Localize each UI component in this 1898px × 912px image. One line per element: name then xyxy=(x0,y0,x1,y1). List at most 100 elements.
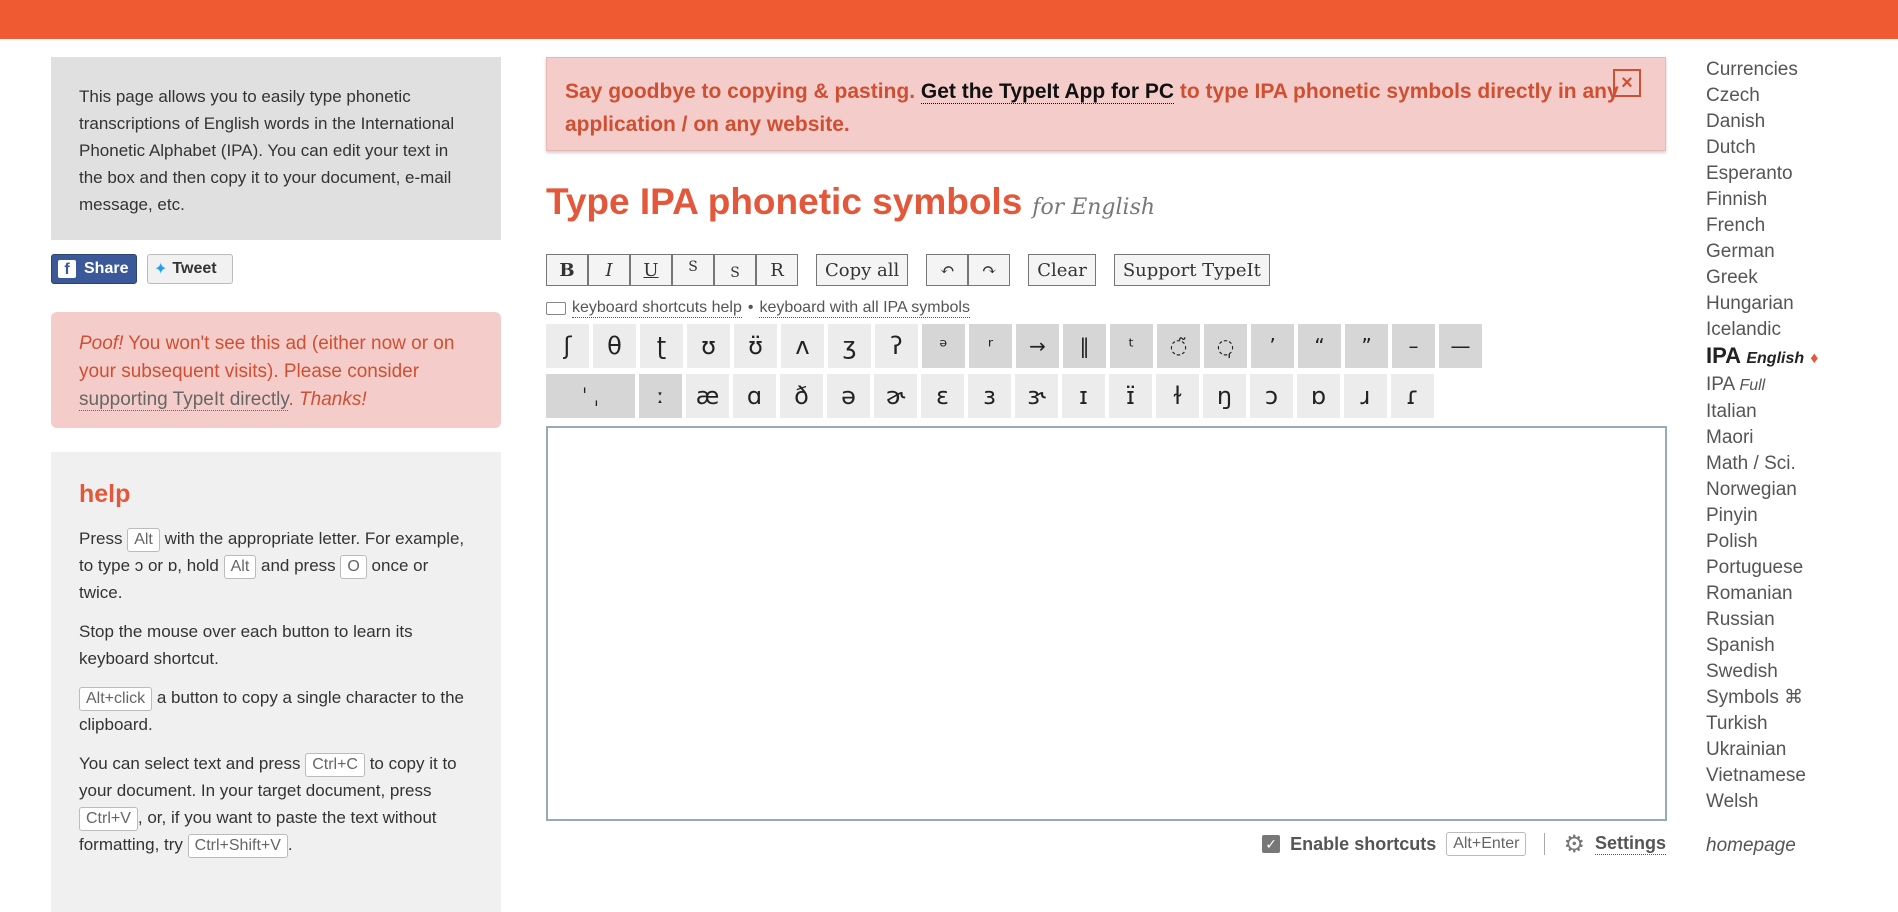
regular-button[interactable]: R xyxy=(756,254,798,286)
language-item[interactable]: Norwegian xyxy=(1706,477,1896,503)
ipa-key[interactable]: ʳ xyxy=(969,324,1012,368)
tweet-button[interactable]: ✦ Tweet xyxy=(147,254,233,284)
shortcuts-help-link[interactable]: keyboard shortcuts help xyxy=(572,299,742,318)
language-item[interactable]: Greek xyxy=(1706,265,1896,291)
language-item[interactable]: Turkish xyxy=(1706,711,1896,737)
gear-icon[interactable]: ⚙ xyxy=(1563,830,1585,859)
support-typeit-link[interactable]: supporting TypeIt directly xyxy=(79,389,289,411)
ipa-key[interactable]: ɪ xyxy=(1062,374,1105,418)
language-item[interactable]: Swedish xyxy=(1706,659,1896,685)
all-symbols-link[interactable]: keyboard with all IPA symbols xyxy=(759,299,970,318)
ipa-key[interactable]: ʈ xyxy=(640,324,683,368)
ipa-key[interactable]: ɝ xyxy=(1015,374,1058,418)
language-item[interactable]: Pinyin xyxy=(1706,503,1896,529)
settings-link[interactable]: Settings xyxy=(1594,833,1666,855)
language-item[interactable]: Ukrainian xyxy=(1706,737,1896,763)
language-item[interactable]: Hungarian xyxy=(1706,291,1896,317)
language-item[interactable]: Maori xyxy=(1706,425,1896,451)
language-item[interactable]: German xyxy=(1706,239,1896,265)
key-alt-click: Alt+click xyxy=(79,687,153,711)
language-item[interactable]: Finnish xyxy=(1706,187,1896,213)
ipa-key[interactable]: ɛ xyxy=(921,374,964,418)
copy-all-button[interactable]: Copy all xyxy=(816,254,909,286)
ipa-key[interactable]: æ xyxy=(686,374,729,418)
language-item[interactable]: Russian xyxy=(1706,607,1896,633)
language-item[interactable]: French xyxy=(1706,213,1896,239)
language-item[interactable]: Danish xyxy=(1706,109,1896,135)
keyboard-icon xyxy=(546,301,566,315)
ipa-key[interactable]: ɑ xyxy=(733,374,776,418)
ipa-key[interactable]: ʔ xyxy=(875,324,918,368)
ipa-key[interactable]: ʊ̈ xyxy=(734,324,777,368)
italic-button[interactable]: I xyxy=(588,254,630,286)
clear-button[interactable]: Clear xyxy=(1028,254,1096,286)
subscript-button[interactable]: S xyxy=(714,254,756,286)
language-variant: English xyxy=(1746,350,1805,367)
language-item[interactable]: Vietnamese xyxy=(1706,763,1896,789)
ipa-key[interactable]: ʃ xyxy=(546,324,589,368)
language-item[interactable]: Spanish xyxy=(1706,633,1896,659)
language-sidebar: Currencies Czech Danish Dutch Esperanto Finni… xyxy=(1706,57,1896,857)
language-item[interactable]: Polish xyxy=(1706,529,1896,555)
ad-notice-text: You won't see this ad (either now or on … xyxy=(79,333,455,382)
ipa-key[interactable]: ŋ xyxy=(1203,374,1246,418)
ipa-key[interactable]: ɜ xyxy=(968,374,1011,418)
language-item-ipa-english[interactable]: IPA English ♦ xyxy=(1706,343,1896,372)
ipa-key[interactable]: ʒ xyxy=(828,324,871,368)
facebook-share-button[interactable]: f Share xyxy=(51,254,137,284)
language-item[interactable]: Dutch xyxy=(1706,135,1896,161)
language-item[interactable]: Currencies xyxy=(1706,57,1896,83)
ipa-key[interactable]: ə xyxy=(827,374,870,418)
ipa-key[interactable]: ː xyxy=(639,374,682,418)
ipa-key[interactable]: ɔ xyxy=(1250,374,1293,418)
get-app-link[interactable]: Get the TypeIt App for PC xyxy=(920,80,1175,104)
ipa-key[interactable]: ᵗ xyxy=(1110,324,1153,368)
language-name: IPA xyxy=(1706,374,1735,395)
language-list: Italian Maori Math / Sci. Norwegian Pinyin Po… xyxy=(1706,399,1896,815)
bold-button[interactable]: B xyxy=(546,254,588,286)
ipa-key[interactable]: ɾ xyxy=(1391,374,1434,418)
ipa-key[interactable]: ɹ xyxy=(1344,374,1387,418)
ipa-key[interactable]: ɫ xyxy=(1156,374,1199,418)
ipa-key[interactable]: – xyxy=(1392,324,1435,368)
ipa-key[interactable]: ɪ̈ xyxy=(1109,374,1152,418)
language-item[interactable]: Portuguese xyxy=(1706,555,1896,581)
homepage-link[interactable]: homepage xyxy=(1706,835,1896,857)
ipa-key[interactable]: → xyxy=(1016,324,1059,368)
language-item[interactable]: Italian xyxy=(1706,399,1896,425)
language-item[interactable]: Czech xyxy=(1706,83,1896,109)
ipa-key[interactable]: ɚ xyxy=(874,374,917,418)
format-toolbar: B I U S S R Copy all ↶ ↷ Clear Support T… xyxy=(546,254,1666,286)
language-item[interactable]: Math / Sci. xyxy=(1706,451,1896,477)
ipa-key[interactable]: ᵊ xyxy=(922,324,965,368)
language-item[interactable]: Icelandic xyxy=(1706,317,1896,343)
ipa-key[interactable]: ’ xyxy=(1251,324,1294,368)
ipa-key[interactable]: ◌̃ xyxy=(1157,324,1200,368)
redo-button[interactable]: ↷ xyxy=(968,254,1011,286)
ipa-key[interactable]: ð xyxy=(780,374,823,418)
underline-button[interactable]: U xyxy=(630,254,672,286)
ipa-key[interactable]: — xyxy=(1439,324,1482,368)
ipa-key[interactable]: ʊ xyxy=(687,324,730,368)
ipa-key[interactable]: “ xyxy=(1298,324,1341,368)
support-typeit-button[interactable]: Support TypeIt xyxy=(1113,254,1270,286)
ipa-key[interactable]: θ xyxy=(593,324,636,368)
thanks-text: Thanks! xyxy=(299,389,367,410)
language-item[interactable]: Esperanto xyxy=(1706,161,1896,187)
ipa-text-editor[interactable] xyxy=(546,426,1667,821)
ipa-key[interactable]: ɒ xyxy=(1297,374,1340,418)
close-promo-button[interactable]: × xyxy=(1613,69,1641,97)
language-item[interactable]: Welsh xyxy=(1706,789,1896,815)
language-item[interactable]: Romanian xyxy=(1706,581,1896,607)
ipa-key[interactable]: ˈ ˌ xyxy=(546,374,635,418)
undo-button[interactable]: ↶ xyxy=(926,254,969,286)
superscript-button[interactable]: S xyxy=(672,254,714,286)
language-item[interactable]: Symbols ⌘ xyxy=(1706,685,1896,711)
ipa-key[interactable]: ‖ xyxy=(1063,324,1106,368)
ipa-key[interactable]: ʌ xyxy=(781,324,824,368)
ipa-key[interactable]: ” xyxy=(1345,324,1388,368)
ipa-key[interactable]: ◌̩ xyxy=(1204,324,1247,368)
language-item-ipa-full[interactable]: IPA Full xyxy=(1706,372,1896,399)
main-column: Say goodbye to copying & pasting. Get th… xyxy=(546,57,1667,859)
enable-shortcuts-checkbox[interactable]: ✓ xyxy=(1262,835,1281,853)
